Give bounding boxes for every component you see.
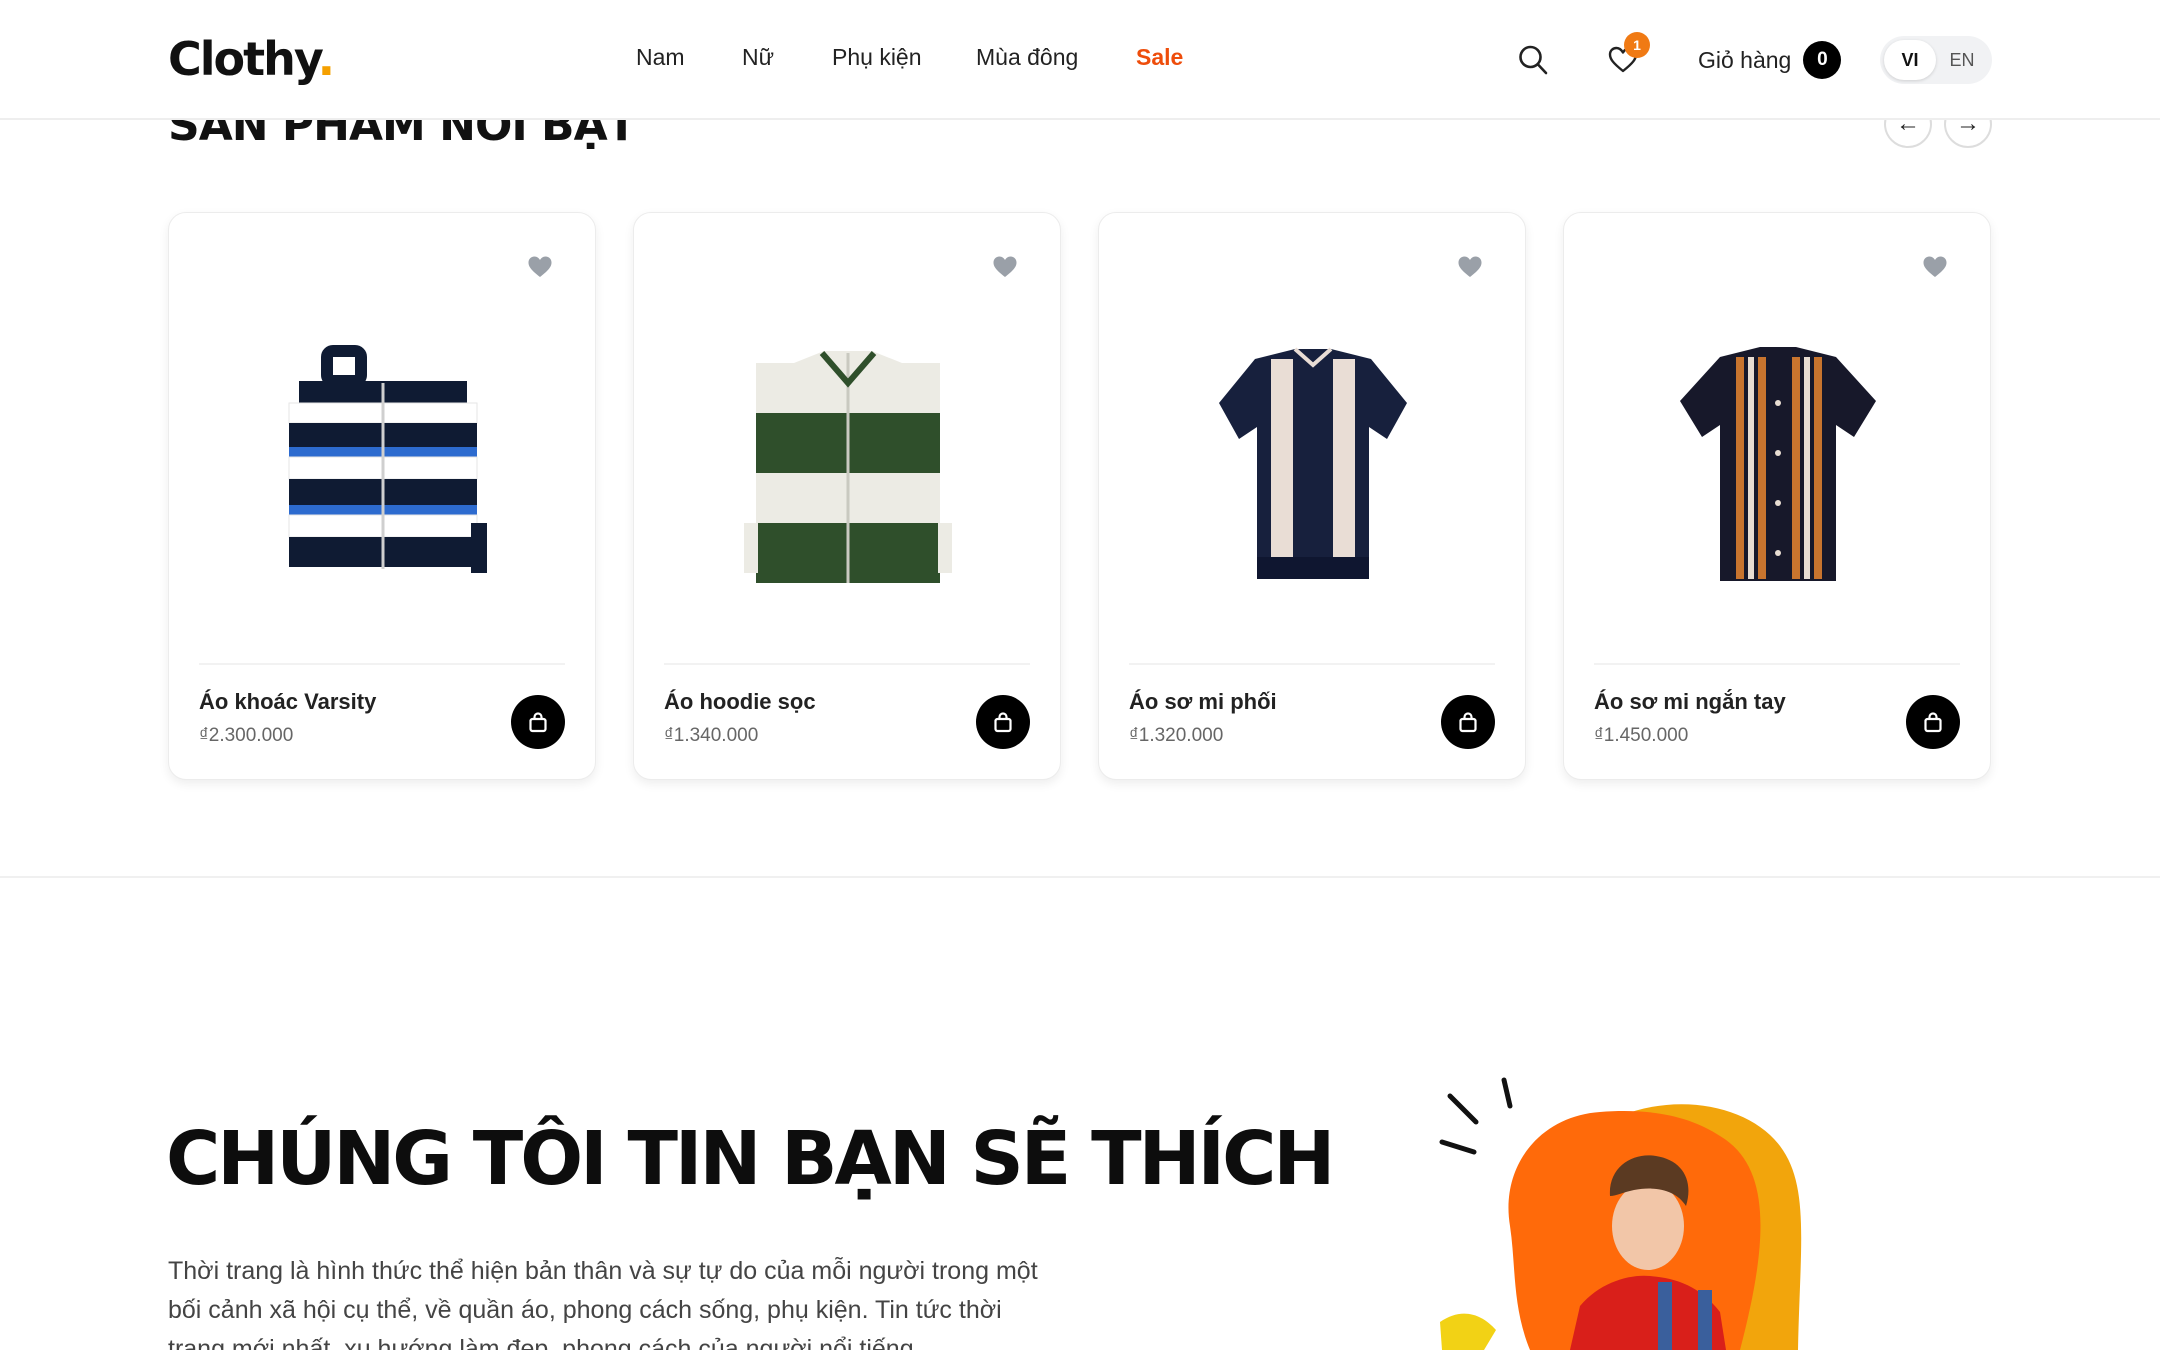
product-image-panel-shirt xyxy=(1219,347,1407,579)
nav-item-nu[interactable]: Nữ xyxy=(742,44,774,71)
promo-title: CHÚNG TÔI TIN BẠN SẼ THÍCH xyxy=(166,1116,1335,1202)
cart-count-badge: 0 xyxy=(1803,41,1842,79)
section-divider xyxy=(0,876,2160,878)
product-name[interactable]: Áo khoác Varsity xyxy=(199,689,376,715)
nav-item-sale[interactable]: Sale xyxy=(1136,44,1183,71)
add-to-cart-button[interactable] xyxy=(1906,695,1960,749)
wishlist-badge: 1 xyxy=(1624,32,1650,58)
promo-description: Thời trang là hình thức thể hiện bản thâ… xyxy=(168,1257,1038,1350)
product-price: ₫1.320.000 xyxy=(1129,725,1224,746)
cart-label: Giỏ hàng xyxy=(1698,46,1792,73)
product-price: ₫1.450.000 xyxy=(1594,725,1689,746)
product-price: ₫2.300.000 xyxy=(199,725,294,746)
heart-icon[interactable] xyxy=(992,255,1018,279)
heart-icon[interactable] xyxy=(527,255,553,279)
card-divider xyxy=(1129,663,1495,665)
product-image-striped-hoodie xyxy=(744,351,952,583)
product-name[interactable]: Áo sơ mi phối xyxy=(1129,689,1277,715)
product-name[interactable]: Áo hoodie sọc xyxy=(664,689,816,715)
shopping-bag-icon xyxy=(994,712,1012,733)
product-image-short-sleeve-shirt xyxy=(1680,347,1876,581)
heart-icon[interactable] xyxy=(1922,255,1948,279)
add-to-cart-button[interactable] xyxy=(511,695,565,749)
heart-icon[interactable] xyxy=(1457,255,1483,279)
lang-en-option[interactable]: EN xyxy=(1936,40,1988,80)
lang-vi-option[interactable]: VI xyxy=(1884,40,1936,80)
card-divider xyxy=(199,663,565,665)
cart-button[interactable]: Giỏ hàng 0 xyxy=(1698,40,1842,80)
product-price: ₫1.340.000 xyxy=(664,725,759,746)
product-card[interactable]: Áo sơ mi ngắn tay ₫1.450.000 xyxy=(1563,212,1991,780)
nav-item-nam[interactable]: Nam xyxy=(636,44,685,71)
product-name[interactable]: Áo sơ mi ngắn tay xyxy=(1594,689,1786,715)
product-card[interactable]: Áo sơ mi phối ₫1.320.000 xyxy=(1098,212,1526,780)
search-icon[interactable] xyxy=(1518,44,1548,76)
site-header: Clothy. Nam Nữ Phụ kiện Mùa đông Sale 1 … xyxy=(0,0,2160,120)
language-switcher: VI EN xyxy=(1880,36,1992,84)
nav-item-mua-dong[interactable]: Mùa đông xyxy=(976,44,1078,71)
add-to-cart-button[interactable] xyxy=(1441,695,1495,749)
product-image-varsity-jacket xyxy=(288,345,487,573)
product-card[interactable]: Áo hoodie sọc ₫1.340.000 xyxy=(633,212,1061,780)
product-card[interactable]: Áo khoác Varsity ₫2.300.000 xyxy=(168,212,596,780)
card-divider xyxy=(1594,663,1960,665)
add-to-cart-button[interactable] xyxy=(976,695,1030,749)
nav-item-phu-kien[interactable]: Phụ kiện xyxy=(832,44,922,71)
shopping-bag-icon xyxy=(529,712,547,733)
shopping-bag-icon xyxy=(1459,712,1477,733)
promo-model-illustration xyxy=(1439,1077,1802,1350)
card-divider xyxy=(664,663,1030,665)
shopping-bag-icon xyxy=(1924,712,1942,733)
